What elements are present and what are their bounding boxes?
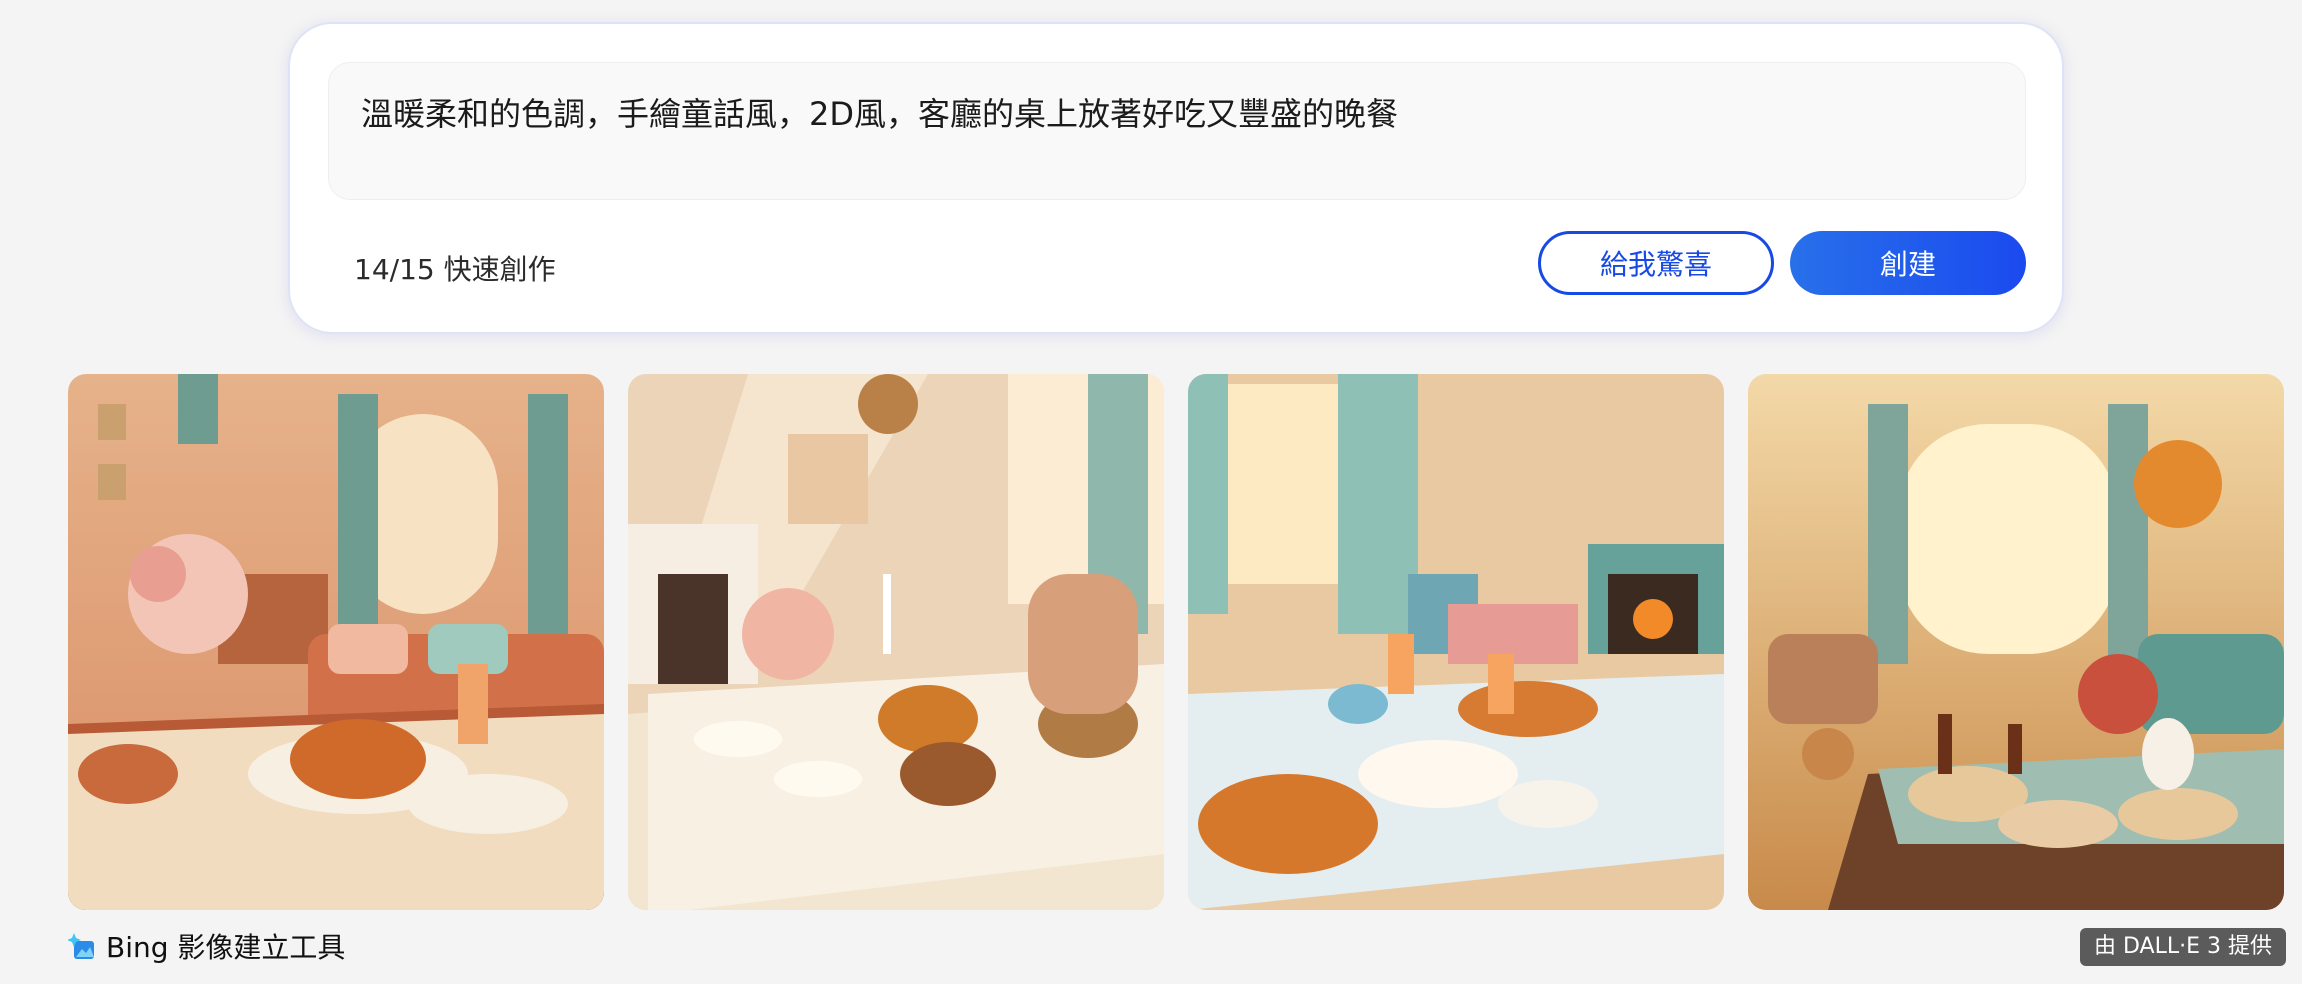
dinner-illustration-3 xyxy=(1188,374,1724,910)
result-image-4[interactable] xyxy=(1748,374,2284,910)
prompt-input[interactable]: 溫暖柔和的色調，手繪童話風，2D風，客廳的桌上放著好吃又豐盛的晚餐 xyxy=(328,62,2026,200)
prompt-card: 溫暖柔和的色調，手繪童話風，2D風，客廳的桌上放著好吃又豐盛的晚餐 14/15 … xyxy=(288,22,2064,334)
brand[interactable]: Bing 影像建立工具 xyxy=(68,926,345,966)
prompt-text[interactable]: 溫暖柔和的色調，手繪童話風，2D風，客廳的桌上放著好吃又豐盛的晚餐 xyxy=(361,89,1398,135)
dinner-illustration-2 xyxy=(628,374,1164,910)
dalle-badge: 由 DALL·E 3 提供 xyxy=(2080,928,2286,966)
bing-image-creator-icon xyxy=(68,931,98,961)
brand-label: Bing 影像建立工具 xyxy=(106,931,346,964)
result-image-3[interactable] xyxy=(1188,374,1724,910)
create-button[interactable]: 創建 xyxy=(1790,231,2026,295)
boost-counter: 14/15 快速創作 xyxy=(354,253,556,286)
result-image-2[interactable] xyxy=(628,374,1164,910)
result-image-1[interactable] xyxy=(68,374,604,910)
surprise-me-button[interactable]: 給我驚喜 xyxy=(1538,231,1774,295)
dinner-illustration-4 xyxy=(1748,374,2284,910)
dinner-illustration-1 xyxy=(68,374,604,910)
